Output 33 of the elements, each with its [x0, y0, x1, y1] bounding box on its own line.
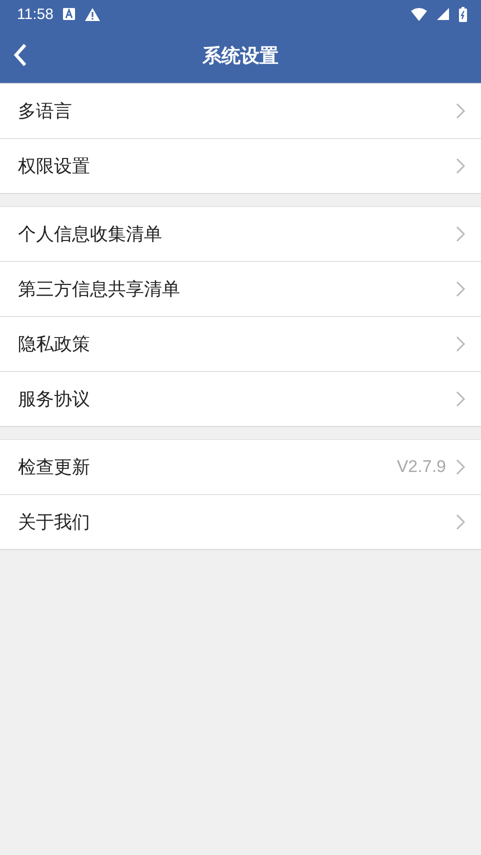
back-icon	[13, 43, 27, 67]
settings-row[interactable]: 检查更新 V2.7.9	[0, 440, 481, 494]
chevron-right-icon	[456, 514, 465, 530]
row-label: 检查更新	[18, 456, 91, 479]
settings-row[interactable]: 多语言	[0, 84, 481, 138]
settings-row[interactable]: 个人信息收集清单	[0, 207, 481, 261]
chevron-right-icon	[456, 158, 465, 174]
page-title: 系统设置	[202, 44, 278, 68]
notification-icon	[63, 8, 76, 20]
battery-icon	[459, 6, 467, 22]
signal-icon	[437, 8, 449, 20]
settings-row[interactable]: 关于我们	[0, 494, 481, 549]
row-label: 多语言	[18, 100, 73, 123]
settings-row[interactable]: 第三方信息共享清单	[0, 261, 481, 316]
row-label: 个人信息收集清单	[18, 223, 163, 246]
chevron-right-icon	[456, 336, 465, 352]
settings-row[interactable]: 隐私政策	[0, 316, 481, 371]
chevron-right-icon	[456, 226, 465, 242]
settings-row[interactable]: 权限设置	[0, 138, 481, 193]
row-label: 关于我们	[18, 511, 91, 534]
warning-icon	[85, 8, 100, 20]
chevron-right-icon	[456, 391, 465, 407]
wifi-icon	[411, 8, 427, 20]
version-text: V2.7.9	[396, 457, 446, 477]
status-time: 11:58	[17, 6, 54, 22]
row-label: 第三方信息共享清单	[18, 278, 181, 301]
row-label: 隐私政策	[18, 333, 91, 356]
row-label: 权限设置	[18, 155, 91, 178]
chevron-right-icon	[456, 459, 465, 475]
chevron-right-icon	[456, 281, 465, 297]
row-label: 服务协议	[18, 388, 91, 411]
chevron-right-icon	[456, 103, 465, 119]
settings-row[interactable]: 服务协议	[0, 371, 481, 426]
